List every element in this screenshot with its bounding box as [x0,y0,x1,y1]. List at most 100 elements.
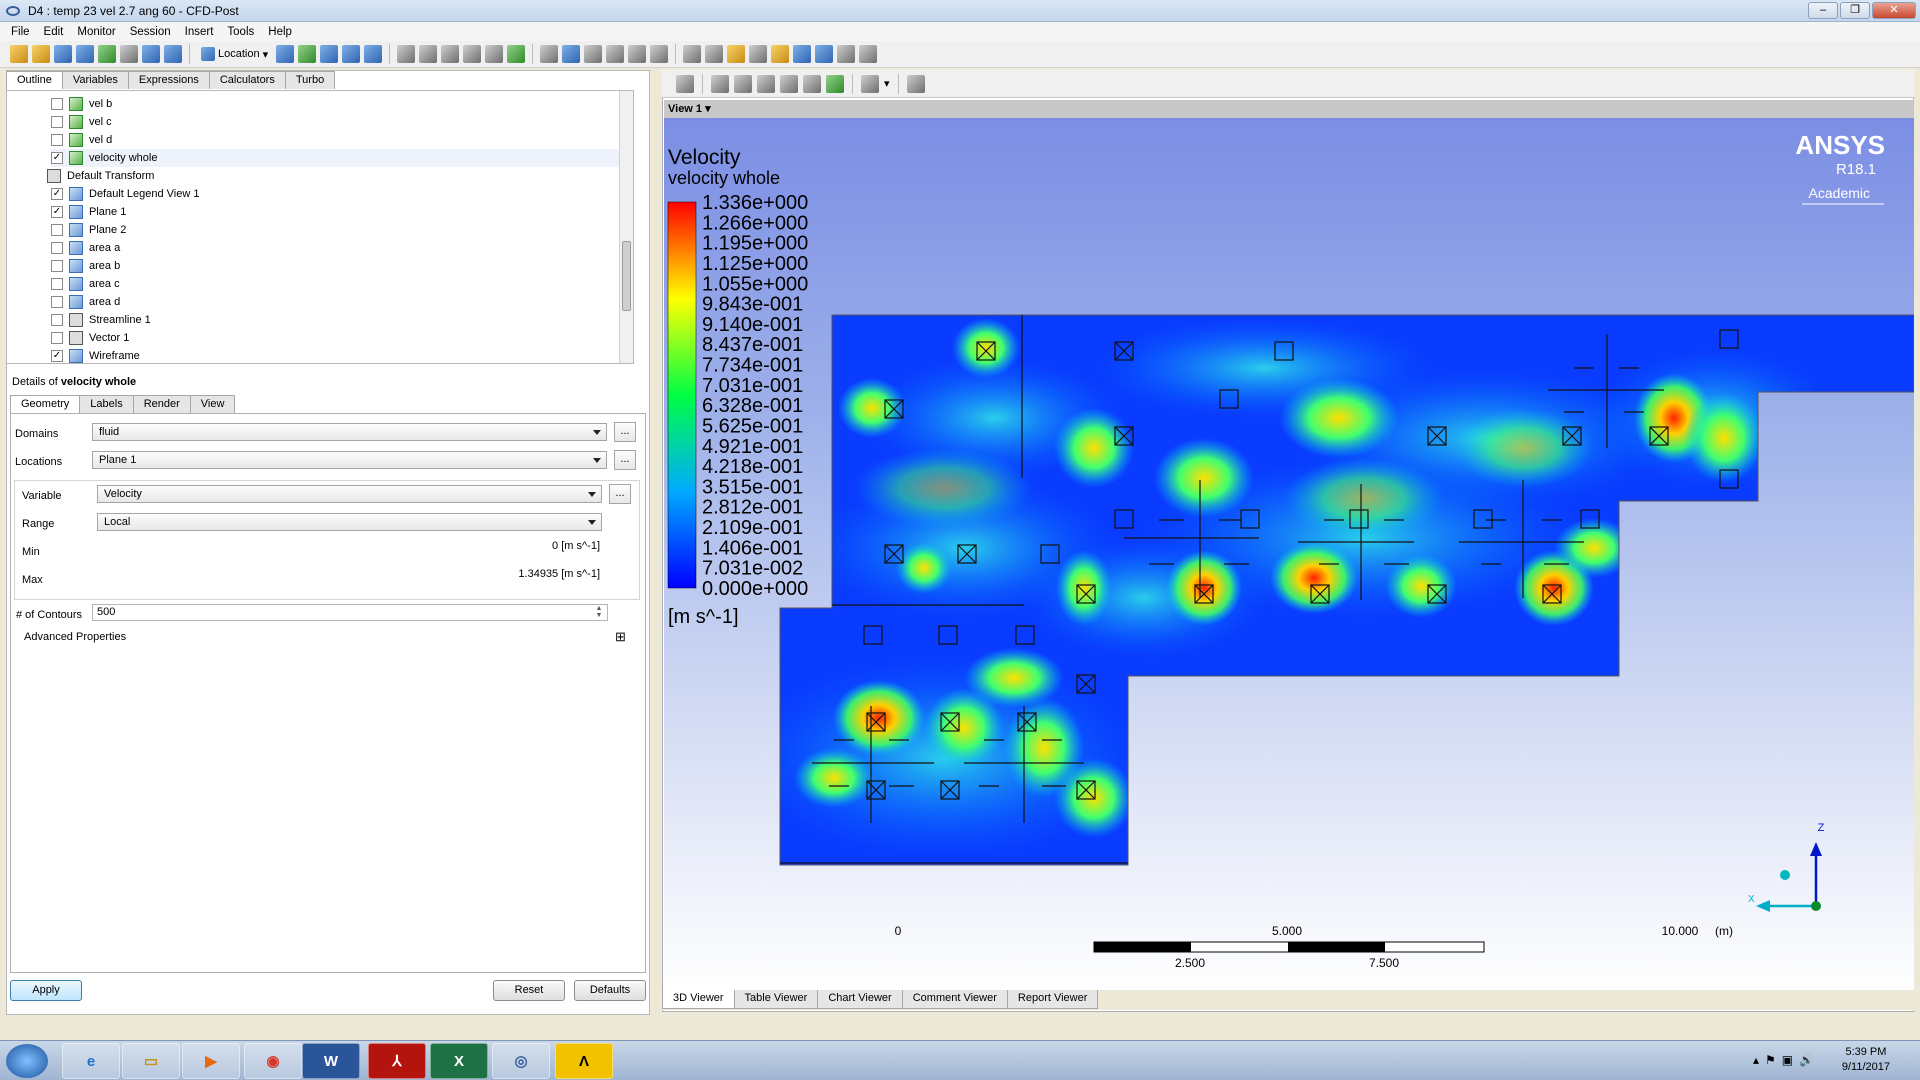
checkbox[interactable] [51,332,63,344]
fit-view-icon[interactable] [826,74,844,93]
variable-ellipsis-button[interactable]: ... [609,484,631,504]
zoom-fit-icon[interactable] [803,74,821,93]
tree-item[interactable]: vel b [51,95,112,113]
function-calculator-icon[interactable] [771,45,790,63]
tree-scrollbar[interactable] [619,91,633,363]
tab-table-viewer[interactable]: Table Viewer [733,990,819,1009]
table-icon[interactable] [584,45,603,63]
close-button[interactable]: ✕ [1872,2,1916,19]
domains-select[interactable]: fluid [92,423,607,441]
figure-icon[interactable] [650,45,669,63]
minimize-button[interactable]: – [1808,2,1838,19]
chart-icon[interactable] [606,45,625,63]
menu-tools[interactable]: Tools [220,26,261,38]
menu-insert[interactable]: Insert [178,26,221,38]
tab-view[interactable]: View [189,395,236,413]
media-player-icon[interactable]: ▶ [182,1043,240,1079]
load-results-icon[interactable] [76,45,94,63]
tab-report-viewer[interactable]: Report Viewer [1006,990,1099,1009]
comment-icon[interactable] [628,45,647,63]
tab-outline[interactable]: Outline [6,71,63,89]
checkbox[interactable] [51,134,63,146]
checkbox[interactable] [51,242,63,254]
timestep-icon[interactable] [683,45,702,63]
tree-item-selected[interactable]: ✓ velocity whole [51,149,631,167]
variable-icon[interactable] [540,45,559,63]
particle-track-icon[interactable] [342,45,361,63]
menu-file[interactable]: File [4,26,37,38]
reset-button[interactable]: Reset [493,980,565,1001]
tree-item[interactable]: Streamline 1 [51,311,151,329]
tree-item[interactable]: area c [51,275,120,293]
checkbox[interactable]: ✓ [51,206,63,218]
checkbox[interactable]: ✓ [51,152,63,164]
checkbox[interactable] [51,98,63,110]
view-selector[interactable]: View 1 ▾ [664,100,1914,118]
text-tool-icon[interactable] [397,45,416,63]
tree-item[interactable]: area b [51,257,120,275]
clip-plane-icon[interactable] [485,45,504,63]
defaults-button[interactable]: Defaults [574,980,646,1001]
undo-icon[interactable] [142,45,160,63]
browser-ie-icon[interactable]: e [62,1043,120,1079]
instance-transform-icon[interactable] [463,45,482,63]
select-icon[interactable] [676,74,694,93]
coordinate-frame-icon[interactable] [419,45,438,63]
menu-monitor[interactable]: Monitor [70,26,122,38]
command-editor-icon[interactable] [859,45,878,63]
tree-item[interactable]: Vector 1 [51,329,129,347]
location-button[interactable]: Location ▾ [197,47,272,61]
checkbox[interactable] [51,314,63,326]
animation-icon[interactable] [705,45,724,63]
start-button[interactable] [6,1044,48,1078]
contours-spinner[interactable]: ▲ ▼ [592,605,606,620]
expand-icon[interactable]: ⊞ [615,629,626,645]
3d-canvas[interactable]: Velocity velocity whole 1.336e+000 1.266e… [664,118,1915,990]
restore-button[interactable]: ❐ [1840,2,1870,19]
quick-edit-icon[interactable] [727,45,746,63]
tab-chart-viewer[interactable]: Chart Viewer [817,990,903,1009]
tab-3d-viewer[interactable]: 3D Viewer [662,990,735,1009]
mesh-calculator-icon[interactable] [815,45,834,63]
legend-tool-icon[interactable] [441,45,460,63]
range-select[interactable]: Local [97,513,602,531]
pan-icon[interactable] [734,74,752,93]
chrome-icon[interactable]: ◉ [244,1043,302,1079]
file-explorer-icon[interactable]: ▭ [122,1043,180,1079]
vector-tool-icon[interactable] [276,45,295,63]
tree-item[interactable]: ✓ Plane 1 [51,203,126,221]
zoom-icon[interactable] [757,74,775,93]
save-state-icon[interactable] [54,45,72,63]
tree-item[interactable]: vel c [51,113,112,131]
tab-render[interactable]: Render [132,395,191,413]
tab-expressions[interactable]: Expressions [127,71,210,89]
checkbox[interactable] [51,296,63,308]
tab-variables[interactable]: Variables [61,71,129,89]
checkbox[interactable] [51,116,63,128]
checkbox[interactable] [51,278,63,290]
streamline-tool-icon[interactable] [320,45,339,63]
contours-input[interactable]: 500 [92,604,608,621]
tree-item[interactable]: ✓ Wireframe [51,347,140,363]
color-map-icon[interactable] [507,45,526,63]
tree-item[interactable]: Default Transform [47,167,154,185]
probe-icon[interactable] [749,45,768,63]
contour-tool-icon[interactable] [298,45,317,63]
open-file-icon[interactable] [32,45,50,63]
checkbox[interactable]: ✓ [51,188,63,200]
rotate-icon[interactable] [711,74,729,93]
menu-edit[interactable]: Edit [37,26,71,38]
cfd-post-icon[interactable]: ◎ [492,1043,550,1079]
word-icon[interactable]: W [302,1043,360,1079]
ansys-workbench-icon[interactable]: Λ [555,1043,613,1079]
variable-select[interactable]: Velocity [97,485,602,503]
help-pointer-icon[interactable] [906,74,925,93]
tab-calculators[interactable]: Calculators [208,71,286,89]
domains-ellipsis-button[interactable]: ... [614,422,636,442]
apply-button[interactable]: Apply [10,980,82,1001]
acrobat-icon[interactable]: ⅄ [368,1043,426,1079]
redo-icon[interactable] [164,45,182,63]
checkbox[interactable] [51,224,63,236]
tree-item[interactable]: Plane 2 [51,221,126,239]
menu-help[interactable]: Help [261,26,299,38]
